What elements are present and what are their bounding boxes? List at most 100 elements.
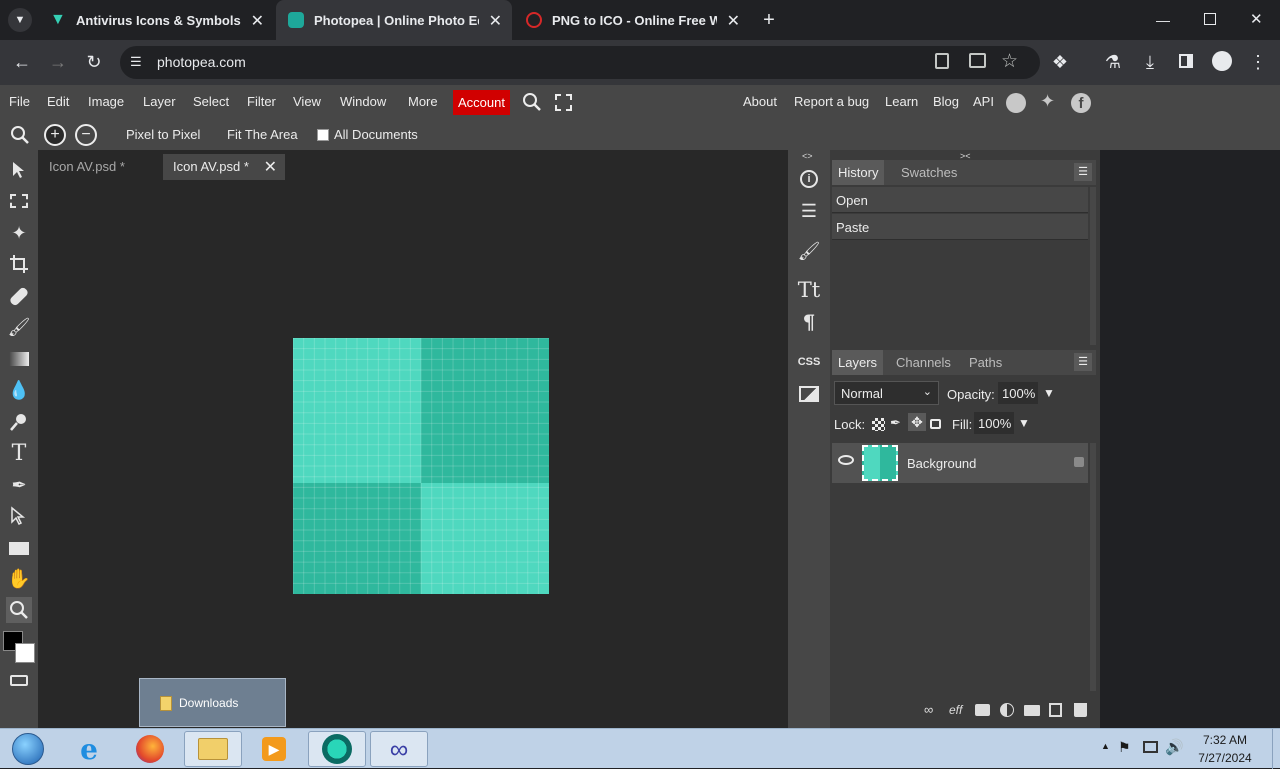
menu-view[interactable]: View bbox=[293, 94, 321, 109]
delete-layer-trash-icon[interactable] bbox=[1074, 703, 1087, 717]
new-tab-button[interactable]: + bbox=[759, 8, 779, 32]
tab-history[interactable]: History bbox=[832, 160, 885, 185]
menu-filter[interactable]: Filter bbox=[247, 94, 276, 109]
crop-tool-icon[interactable] bbox=[6, 251, 32, 277]
opacity-input[interactable]: 100% bbox=[998, 382, 1038, 404]
info-icon[interactable]: i bbox=[791, 165, 827, 193]
document-tab-active[interactable]: Icon AV.psd * ✕ bbox=[163, 154, 285, 180]
image-icon[interactable] bbox=[791, 380, 827, 408]
history-item[interactable]: Paste bbox=[832, 214, 1088, 240]
background-color-swatch[interactable] bbox=[15, 643, 35, 663]
collapse-arrows-icon[interactable]: <> bbox=[802, 151, 813, 161]
reddit-icon[interactable] bbox=[1006, 93, 1026, 113]
site-info-icon[interactable]: ☰ bbox=[130, 54, 142, 70]
reload-button[interactable]: ↻ bbox=[83, 51, 105, 73]
layer-row[interactable]: Background bbox=[832, 443, 1088, 483]
rectangle-tool-icon[interactable] bbox=[6, 535, 32, 561]
layer-mask-icon[interactable] bbox=[975, 704, 990, 716]
tab-layers[interactable]: Layers bbox=[832, 350, 884, 375]
history-item[interactable]: Open bbox=[832, 187, 1088, 213]
dodge-tool-icon[interactable] bbox=[6, 409, 32, 435]
menu-layer[interactable]: Layer bbox=[143, 94, 176, 109]
menu-edit[interactable]: Edit bbox=[47, 94, 69, 109]
close-window-button[interactable]: ✕ bbox=[1250, 10, 1266, 28]
link-learn[interactable]: Learn bbox=[885, 94, 918, 109]
eye-icon[interactable] bbox=[838, 455, 854, 465]
lock-position-icon[interactable]: ✥ bbox=[908, 413, 926, 431]
brush-settings-icon[interactable]: 🖌 bbox=[791, 237, 827, 265]
close-icon[interactable]: ✕ bbox=[251, 11, 264, 31]
action-center-flag-icon[interactable]: ⚑ bbox=[1118, 739, 1131, 756]
tab-search-button[interactable]: ▼ bbox=[8, 8, 32, 32]
browser-menu-icon[interactable]: ⋮ bbox=[1247, 51, 1269, 73]
volume-icon[interactable]: 🔊 bbox=[1165, 738, 1184, 756]
pixel-to-pixel-button[interactable]: Pixel to Pixel bbox=[126, 127, 200, 142]
taskbar-internet-explorer[interactable]: e bbox=[60, 731, 118, 767]
browser-tab-png-to-ico[interactable]: PNG to ICO - Online Free Web ✕ bbox=[514, 0, 750, 40]
menu-more[interactable]: More bbox=[408, 94, 438, 109]
minimize-button[interactable]: — bbox=[1156, 12, 1172, 28]
menu-window[interactable]: Window bbox=[340, 94, 386, 109]
close-icon[interactable]: ✕ bbox=[264, 157, 277, 177]
facebook-icon[interactable]: f bbox=[1071, 93, 1091, 113]
taskbar-file-explorer[interactable] bbox=[184, 731, 242, 767]
menu-file[interactable]: File bbox=[9, 94, 30, 109]
magic-wand-icon[interactable]: ✦ bbox=[6, 220, 32, 246]
fit-the-area-button[interactable]: Fit The Area bbox=[227, 127, 298, 142]
browser-tab-antivirus[interactable]: ▼ Antivirus Icons & Symbols ✕ bbox=[38, 0, 274, 40]
link-layers-icon[interactable]: ∞ bbox=[924, 702, 933, 717]
labs-flask-icon[interactable]: ⚗ bbox=[1102, 51, 1124, 73]
all-documents-checkbox[interactable] bbox=[317, 129, 329, 141]
type-tool-icon[interactable]: T bbox=[6, 440, 32, 466]
clock-time[interactable]: 7:32 AM bbox=[1196, 733, 1254, 747]
side-panel-icon[interactable] bbox=[1175, 51, 1197, 73]
link-api[interactable]: API bbox=[973, 94, 994, 109]
document-canvas[interactable] bbox=[293, 338, 549, 594]
path-select-icon[interactable] bbox=[6, 503, 32, 529]
search-icon[interactable] bbox=[522, 92, 542, 112]
new-group-folder-icon[interactable] bbox=[1024, 705, 1040, 716]
extensions-icon[interactable]: ❖ bbox=[1049, 51, 1071, 73]
layer-effects-icon[interactable]: eff bbox=[949, 703, 962, 717]
show-desktop-button[interactable] bbox=[1272, 729, 1280, 769]
hand-tool-icon[interactable]: ✋ bbox=[6, 566, 32, 592]
layers-scrollbar[interactable] bbox=[1090, 443, 1096, 691]
profile-avatar-icon[interactable] bbox=[1211, 51, 1233, 73]
menu-select[interactable]: Select bbox=[193, 94, 229, 109]
healing-brush-icon[interactable] bbox=[6, 283, 32, 309]
close-icon[interactable]: ✕ bbox=[489, 11, 502, 31]
clock-date[interactable]: 7/27/2024 bbox=[1193, 751, 1257, 765]
network-icon[interactable] bbox=[1143, 741, 1158, 753]
lock-all-icon[interactable] bbox=[930, 419, 941, 429]
brush-tool-icon[interactable]: 🖌 bbox=[6, 314, 32, 340]
lock-transparency-icon[interactable] bbox=[872, 418, 885, 431]
link-report-bug[interactable]: Report a bug bbox=[794, 94, 869, 109]
fill-dropdown-icon[interactable]: ▼ bbox=[1018, 416, 1030, 430]
new-layer-icon[interactable] bbox=[1049, 703, 1062, 717]
taskbar-loop-app[interactable]: ∞ bbox=[370, 731, 428, 767]
blur-drop-icon[interactable]: 💧 bbox=[6, 377, 32, 403]
account-button[interactable]: Account bbox=[453, 90, 510, 115]
lock-paint-icon[interactable]: ✒ bbox=[890, 415, 901, 431]
tab-channels[interactable]: Channels bbox=[890, 350, 957, 375]
close-icon[interactable]: ✕ bbox=[727, 11, 740, 31]
adjustments-icon[interactable]: ☰ bbox=[791, 197, 827, 225]
start-button[interactable] bbox=[2, 731, 54, 767]
zoom-in-icon[interactable]: + bbox=[44, 124, 66, 146]
css-panel-button[interactable]: CSS bbox=[791, 348, 827, 376]
back-button[interactable]: ← bbox=[11, 51, 33, 73]
link-about[interactable]: About bbox=[743, 94, 777, 109]
forward-button[interactable]: → bbox=[47, 51, 69, 73]
zoom-out-icon[interactable]: − bbox=[75, 124, 97, 146]
gradient-tool-icon[interactable] bbox=[6, 346, 32, 372]
character-icon[interactable]: Tt bbox=[791, 276, 827, 304]
panel-menu-icon[interactable]: ☰ bbox=[1074, 353, 1092, 371]
tab-swatches[interactable]: Swatches bbox=[895, 160, 963, 185]
menu-image[interactable]: Image bbox=[88, 94, 124, 109]
keyboard-icon[interactable] bbox=[6, 667, 32, 693]
tab-paths[interactable]: Paths bbox=[963, 350, 1008, 375]
opacity-dropdown-icon[interactable]: ▼ bbox=[1043, 386, 1055, 400]
document-tab[interactable]: Icon AV.psd * ✕ bbox=[39, 154, 193, 180]
tray-expand-icon[interactable]: ▲ bbox=[1101, 741, 1110, 751]
bookmark-star-icon[interactable]: ☆ bbox=[1001, 50, 1018, 73]
